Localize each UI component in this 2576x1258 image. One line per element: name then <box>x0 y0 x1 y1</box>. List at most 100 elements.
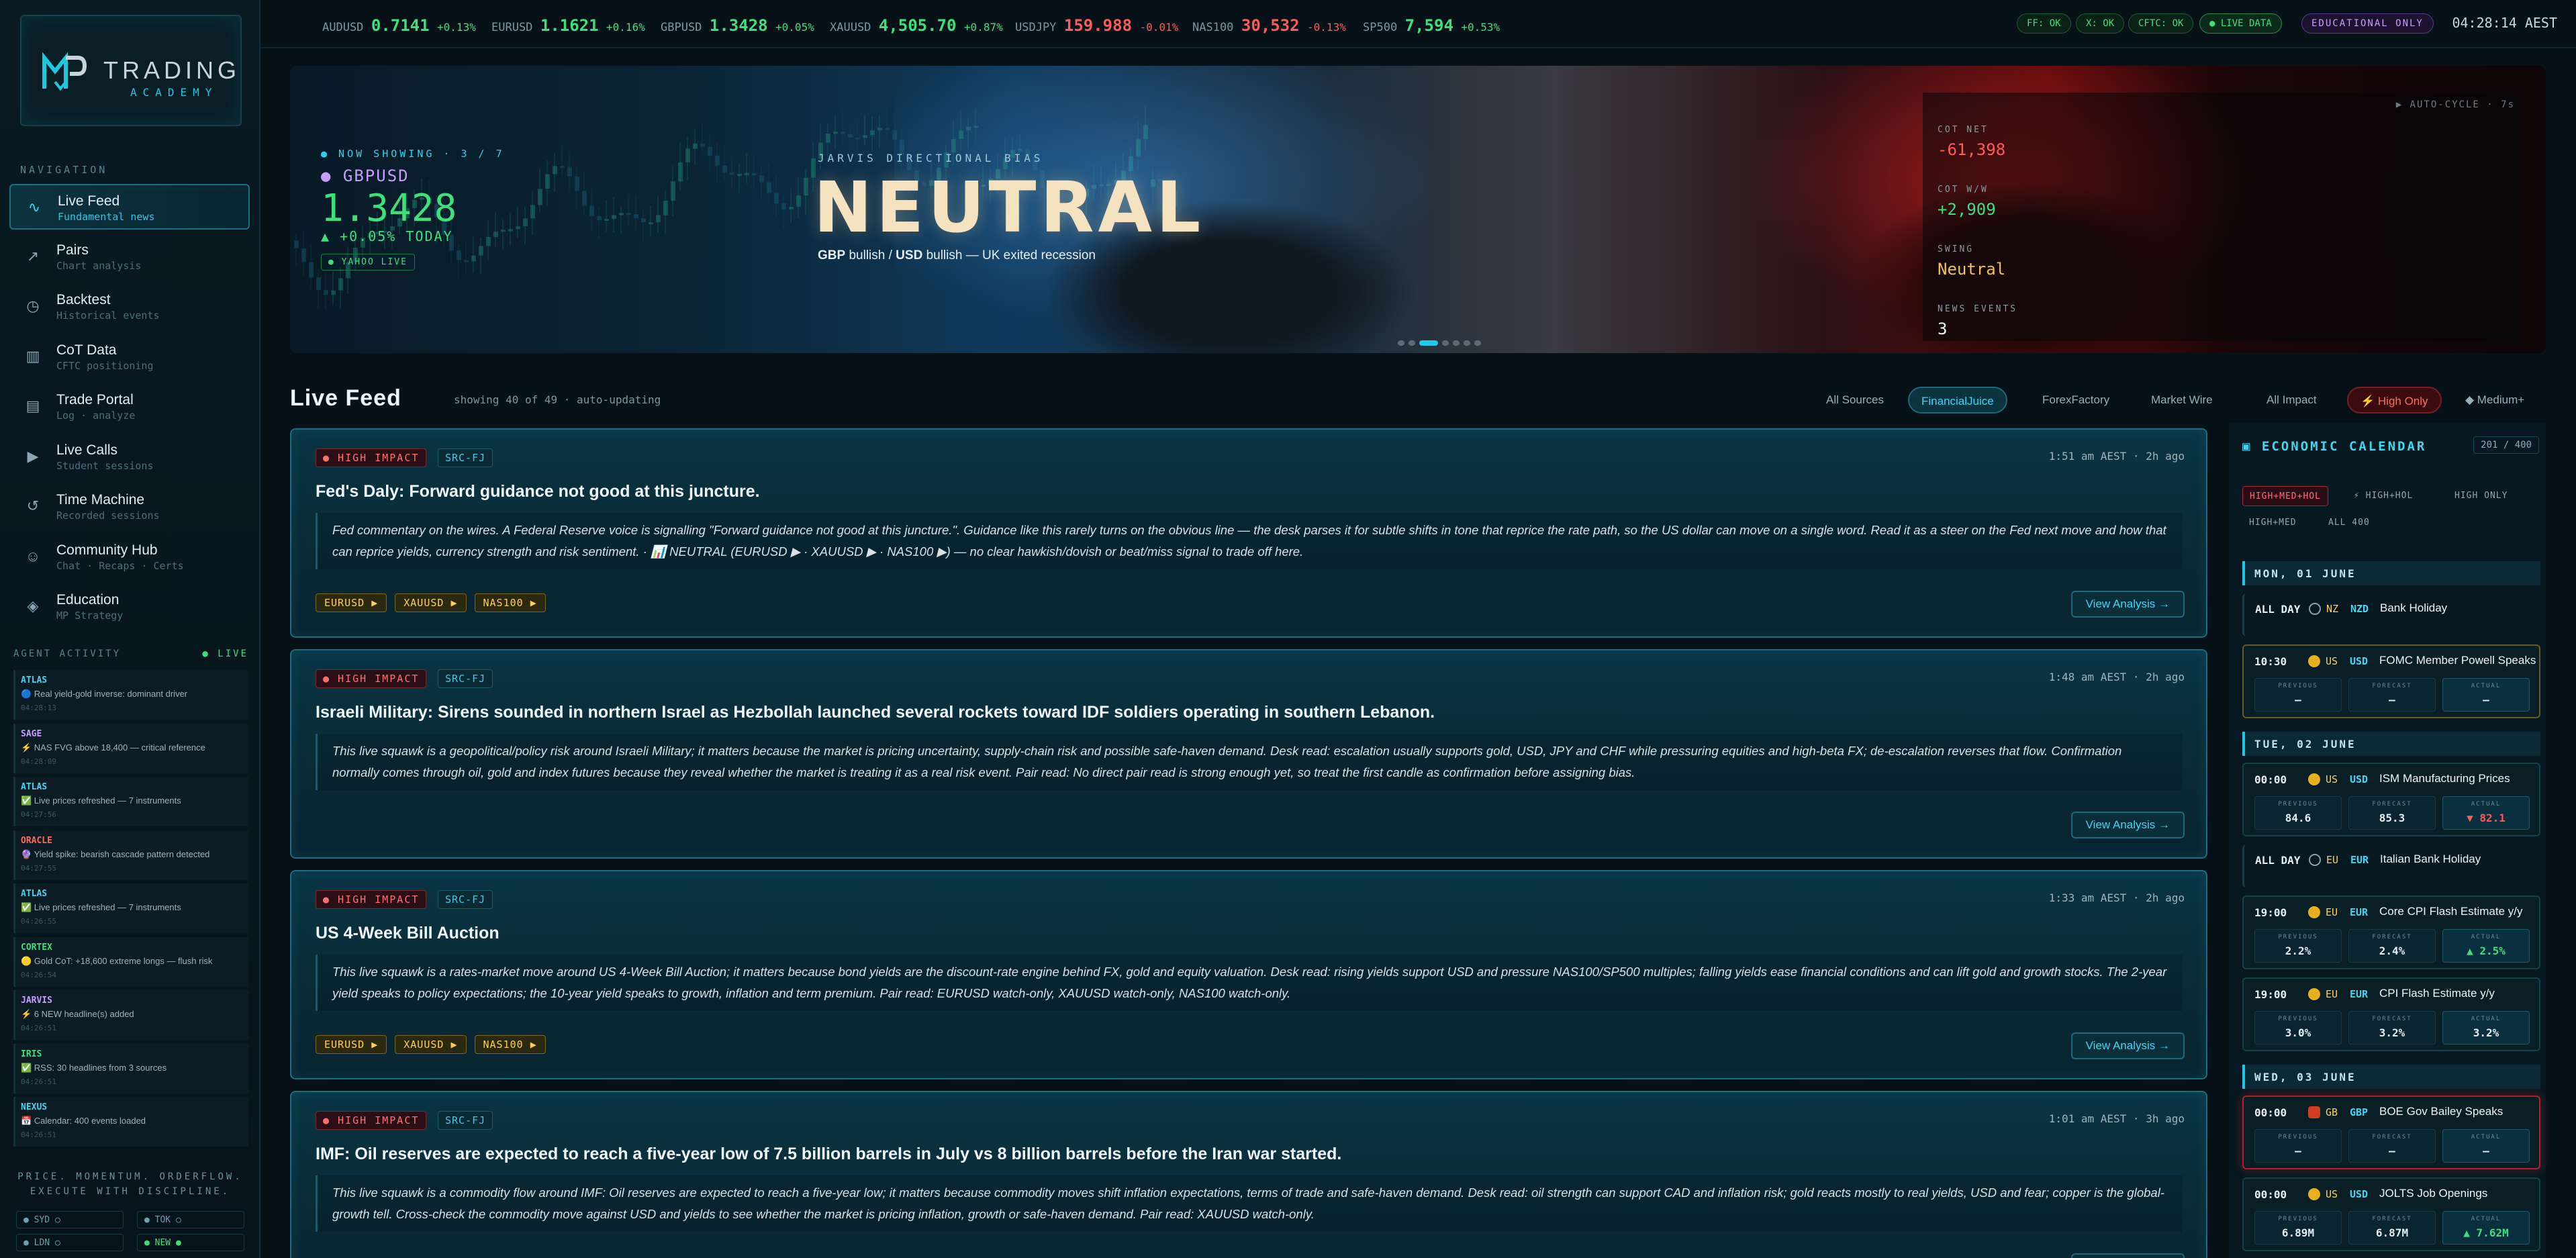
calendar-event[interactable]: ALL DAY NZ NZD Bank Holiday <box>2242 593 2540 636</box>
candle-body <box>870 130 875 136</box>
candle-body <box>796 195 801 207</box>
filter-financialjuice[interactable]: FinancialJuice <box>1908 387 2007 414</box>
status-cftc: CFTC: OK <box>2128 13 2194 34</box>
calendar-event[interactable]: 19:00 EU EUR CPI Flash Estimate y/y PREVIOUS… <box>2242 977 2540 1051</box>
hero-stat: NEWS EVENTS 3 <box>1938 304 2017 338</box>
sidebar-item-pairs[interactable]: ↗ Pairs Chart analysis <box>9 234 250 280</box>
filter-all-sources[interactable]: All Sources <box>1814 387 1896 414</box>
agent-time: 04:26:55 <box>21 917 56 926</box>
filter-forexfactory[interactable]: ForexFactory <box>2030 387 2121 414</box>
filter-medium[interactable]: ◆ Medium+ <box>2453 387 2536 414</box>
now-showing: ● NOW SHOWING · 3 / 7 <box>321 148 505 160</box>
slide-dot[interactable] <box>1464 340 1470 346</box>
ticker-item-xauusd[interactable]: XAUUSD 4,505.70 +0.87% <box>830 16 1003 35</box>
impact-dot-icon <box>2308 1106 2320 1118</box>
sidebar-item-backtest[interactable]: ◷ Backtest Historical events <box>9 284 250 330</box>
slide-dot[interactable] <box>1398 340 1404 346</box>
news-card[interactable]: ● HIGH IMPACT SRC-FJ 1:48 am AEST · 2h ago… <box>290 649 2207 859</box>
ticker-symbol: GBPUSD <box>661 21 702 34</box>
slide-dot[interactable] <box>1442 340 1449 346</box>
instrument-tag[interactable]: NAS100 ▶ <box>474 1035 546 1054</box>
session-tokyo: ● TOK ○ <box>137 1211 244 1228</box>
ticker-item-eurusd[interactable]: EURUSD 1.1621 +0.16% <box>491 16 645 35</box>
instrument-tag[interactable]: XAUUSD ▶ <box>395 1035 467 1054</box>
view-analysis-button[interactable]: View Analysis → <box>2070 1253 2185 1258</box>
session-sydney: ● SYD ○ <box>16 1211 124 1228</box>
calendar-event[interactable]: 10:30 US USD FOMC Member Powell Speaks PREVI… <box>2242 644 2540 718</box>
candle-body <box>745 173 749 175</box>
filter-market-wire[interactable]: Market Wire <box>2139 387 2225 414</box>
calendar-title-label: ECONOMIC CALENDAR <box>2261 439 2427 454</box>
slide-dot[interactable] <box>1419 340 1438 346</box>
slide-dot[interactable] <box>1474 340 1481 346</box>
event-fcst-value: — <box>2389 693 2395 706</box>
slide-dots[interactable] <box>1398 337 1485 349</box>
sidebar-item-live-feed[interactable]: ∿ Live Feed Fundamental news <box>9 184 250 230</box>
agent-message: 🟡 Gold CoT: +18,600 extreme longs — flus… <box>21 955 213 966</box>
event-currency: EUR <box>2350 988 2369 1000</box>
sidebar-item-education[interactable]: ◈ Education MP Strategy <box>9 584 250 630</box>
event-act-value: ▲ 7.62M <box>2463 1226 2509 1239</box>
impact-dot-icon <box>2308 1188 2320 1200</box>
sidebar-item-community-hub[interactable]: ☺ Community Hub Chat · Recaps · Certs <box>9 534 250 580</box>
hero-stat: SWING Neutral <box>1938 244 2005 279</box>
event-name: JOLTS Job Openings <box>2379 1187 2488 1200</box>
logo[interactable]: TRADING ACADEMY <box>20 15 242 126</box>
news-card[interactable]: ● HIGH IMPACT SRC-FJ 1:01 am AEST · 3h ago… <box>290 1091 2207 1258</box>
calendar-event[interactable]: 00:00 US USD JOLTS Job Openings PREVIOUS 6.89… <box>2242 1177 2540 1251</box>
view-analysis-button[interactable]: View Analysis → <box>2070 1032 2185 1059</box>
calendar-filter-high-med-hol[interactable]: HIGH+MED+HOL <box>2242 486 2328 506</box>
calendar-filter-high-only[interactable]: HIGH ONLY <box>2448 486 2514 506</box>
calendar-event[interactable]: ALL DAY EU EUR Italian Bank Holiday <box>2242 844 2540 887</box>
session-newyork: ● NEW ● <box>137 1234 244 1251</box>
auto-cycle-toggle[interactable]: ▶ AUTO-CYCLE · 7s <box>2396 99 2515 110</box>
news-card[interactable]: ● HIGH IMPACT SRC-FJ 1:51 am AEST · 2h ago… <box>290 428 2207 638</box>
logo-title: TRADING <box>103 56 240 84</box>
hero-banner[interactable]: ● NOW SHOWING · 3 / 7 ● GBPUSD 1.3428 ▲ … <box>290 66 2546 353</box>
event-prev-value: 84.6 <box>2285 812 2311 824</box>
candle-body <box>700 143 705 147</box>
high-impact-badge: ● HIGH IMPACT <box>316 669 427 688</box>
ticker-item-audusd[interactable]: AUDUSD 0.7141 +0.13% <box>322 16 476 35</box>
ticker-price: 30,532 <box>1241 16 1300 35</box>
news-card[interactable]: ● HIGH IMPACT SRC-FJ 1:33 am AEST · 2h ago… <box>290 870 2207 1079</box>
event-fcst-box: FORECAST 6.87M <box>2348 1211 2436 1245</box>
sidebar-item-cot-data[interactable]: ▥ CoT Data CFTC positioning <box>9 334 250 380</box>
event-currency: GBP <box>2350 1106 2369 1118</box>
calendar-filter-all-400[interactable]: ALL 400 <box>2322 513 2377 533</box>
filter-all-impact[interactable]: All Impact <box>2254 387 2329 414</box>
filter-high-only[interactable]: ⚡ High Only <box>2347 387 2442 414</box>
instrument-tag[interactable]: XAUUSD ▶ <box>395 593 467 612</box>
view-analysis-button[interactable]: View Analysis → <box>2070 591 2185 618</box>
sidebar-item-time-machine[interactable]: ↺ Time Machine Recorded sessions <box>9 484 250 530</box>
agent-message: ✅ RSS: 30 headlines from 3 sources <box>21 1062 167 1073</box>
view-analysis-button[interactable]: View Analysis → <box>2070 812 2185 838</box>
ticker-item-sp500[interactable]: SP500 7,594 +0.53% <box>1363 16 1500 35</box>
calendar-event[interactable]: 00:00 GB GBP BOE Gov Bailey Speaks PREVIOUS —… <box>2242 1096 2540 1169</box>
calendar-filter-high-hol[interactable]: ⚡ HIGH+HOL <box>2347 486 2420 506</box>
hero-stat-value: Neutral <box>1938 260 2006 279</box>
hero-pair-label: GBPUSD <box>342 166 410 185</box>
ticker-item-usdjpy[interactable]: USDJPY 159.988 -0.01% <box>1015 16 1178 35</box>
ticker-item-gbpusd[interactable]: GBPUSD 1.3428 +0.05% <box>661 16 814 35</box>
agent-name: JARVIS <box>21 996 52 1006</box>
instrument-tag[interactable]: NAS100 ▶ <box>474 593 546 612</box>
calendar-event[interactable]: 00:00 US USD ISM Manufacturing Prices PREVIO… <box>2242 763 2540 836</box>
calendar-event[interactable]: 19:00 EU EUR Core CPI Flash Estimate y/y PRE… <box>2242 896 2540 969</box>
agent-message: 🔵 Real yield-gold inverse: dominant driv… <box>21 689 188 699</box>
ticker-item-nas100[interactable]: NAS100 30,532 -0.13% <box>1192 16 1346 35</box>
instrument-tags: EURUSD ▶ XAUUSD ▶ NAS100 ▶ <box>316 1035 554 1054</box>
candle-body <box>457 250 461 260</box>
history-icon: ↺ <box>26 497 40 514</box>
agent-message: ⚡ 6 NEW headline(s) added <box>21 1009 134 1019</box>
event-fcst-value: 3.2% <box>2379 1026 2405 1039</box>
slide-dot[interactable] <box>1409 340 1415 346</box>
high-impact-badge: ● HIGH IMPACT <box>316 1111 427 1130</box>
calendar-filter-high-med[interactable]: HIGH+MED <box>2242 513 2303 533</box>
sidebar-item-live-calls[interactable]: ▶ Live Calls Student sessions <box>9 434 250 480</box>
slide-dot[interactable] <box>1453 340 1460 346</box>
instrument-tag[interactable]: EURUSD ▶ <box>316 593 387 612</box>
event-time: ALL DAY <box>2255 854 2301 867</box>
instrument-tag[interactable]: EURUSD ▶ <box>316 1035 387 1054</box>
sidebar-item-trade-portal[interactable]: ▤ Trade Portal Log · analyze <box>9 384 250 430</box>
